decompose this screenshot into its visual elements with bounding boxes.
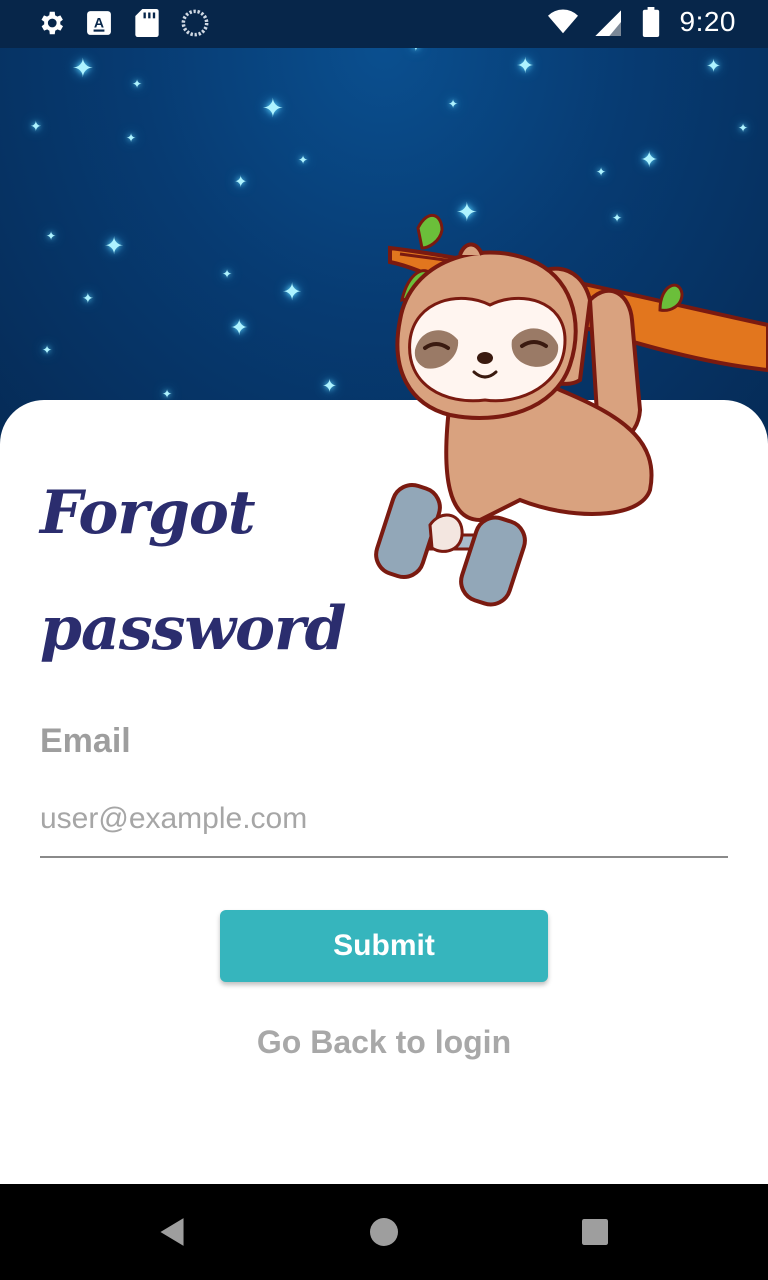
sync-icon [180,8,210,38]
email-label: Email [40,722,131,760]
recents-icon[interactable] [547,1184,643,1280]
battery-icon [636,7,666,37]
page-title: Forgot password [40,455,347,687]
go-back-to-login-link[interactable]: Go Back to login [0,1024,768,1061]
signal-icon [592,7,622,37]
navigation-bar [0,1184,768,1280]
sloth-illustration [374,214,768,607]
gear-icon [36,8,66,38]
back-icon[interactable] [124,1184,220,1280]
sd-card-icon [132,8,162,38]
title-line-1: Forgot [40,478,256,548]
submit-button[interactable]: Submit [220,910,548,982]
home-icon[interactable] [336,1184,432,1280]
svg-text:A: A [94,14,104,30]
title-line-2: password [40,594,347,664]
wifi-icon [547,7,578,37]
a-icon: A [84,8,114,38]
status-bar: A 9:20 [0,0,768,48]
email-input[interactable] [40,782,728,858]
clock: 9:20 [679,6,736,37]
